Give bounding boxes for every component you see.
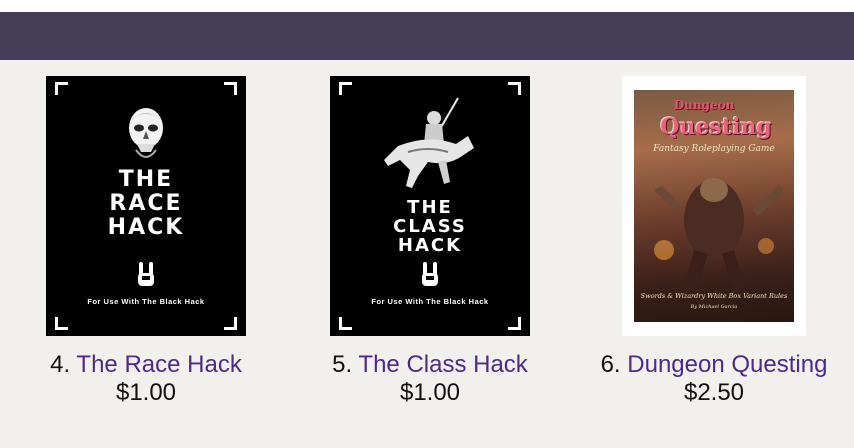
- cover-subtitle: Fantasy Roleplaying Game: [653, 144, 775, 154]
- devil-horns-hand-icon: [138, 262, 154, 286]
- top-spacer: [0, 0, 854, 12]
- corner-mark: [224, 317, 237, 330]
- product-price: $1.00: [399, 379, 461, 406]
- cover-author: By Michael Garcia: [690, 304, 738, 310]
- product-caption: 5. The Class Hack: [300, 351, 560, 379]
- product-title-link[interactable]: The Race Hack: [76, 351, 241, 378]
- corner-mark: [508, 317, 521, 330]
- corner-mark: [508, 82, 521, 95]
- product-title-link[interactable]: The Class Hack: [358, 351, 527, 378]
- product-card: Dungeon Questing Fantasy Roleplaying Gam…: [584, 76, 844, 407]
- corner-mark: [55, 317, 68, 330]
- cover-logo-line2: Questing: [660, 114, 772, 140]
- corner-mark: [339, 82, 352, 95]
- product-cover-image[interactable]: Dungeon Questing Fantasy Roleplaying Gam…: [622, 76, 806, 336]
- product-number: 4.: [50, 351, 71, 378]
- product-cover-image[interactable]: THE RACE HACK For Use With The Black Hac…: [46, 76, 246, 336]
- knight-on-horse-icon: [384, 97, 474, 188]
- product-cover-image[interactable]: THE CLASS HACK For Use With The Black Ha…: [330, 76, 530, 336]
- cover-title: THE CLASS HACK: [393, 197, 467, 256]
- devil-horns-hand-icon: [422, 262, 438, 286]
- product-card: THE CLASS HACK For Use With The Black Ha…: [300, 76, 560, 407]
- product-title-link[interactable]: Dungeon Questing: [627, 351, 827, 378]
- warrior-illustration-icon: [654, 178, 784, 292]
- skull-icon: [129, 108, 163, 158]
- cover-tagline: For Use With The Black Hack: [87, 297, 205, 306]
- corner-mark: [55, 82, 68, 95]
- cover-logo-line1: Dungeon: [673, 98, 735, 112]
- product-card: THE RACE HACK For Use With The Black Hac…: [16, 76, 276, 407]
- product-price: $1.00: [115, 379, 177, 406]
- product-number: 5.: [332, 351, 353, 378]
- product-number: 6.: [600, 351, 621, 378]
- cover-tagline: For Use With The Black Hack: [371, 297, 489, 306]
- corner-mark: [339, 317, 352, 330]
- cover-artwork: Dungeon Questing Fantasy Roleplaying Gam…: [634, 90, 794, 322]
- cover-title: THE RACE HACK: [107, 167, 185, 240]
- header-bar: [0, 12, 854, 60]
- product-price: $2.50: [683, 379, 745, 406]
- cover-footer: Swords & Wizardry White Box Variant Rule…: [640, 292, 788, 300]
- product-caption: 6. Dungeon Questing: [584, 351, 844, 379]
- corner-mark: [224, 82, 237, 95]
- product-caption: 4. The Race Hack: [16, 351, 276, 379]
